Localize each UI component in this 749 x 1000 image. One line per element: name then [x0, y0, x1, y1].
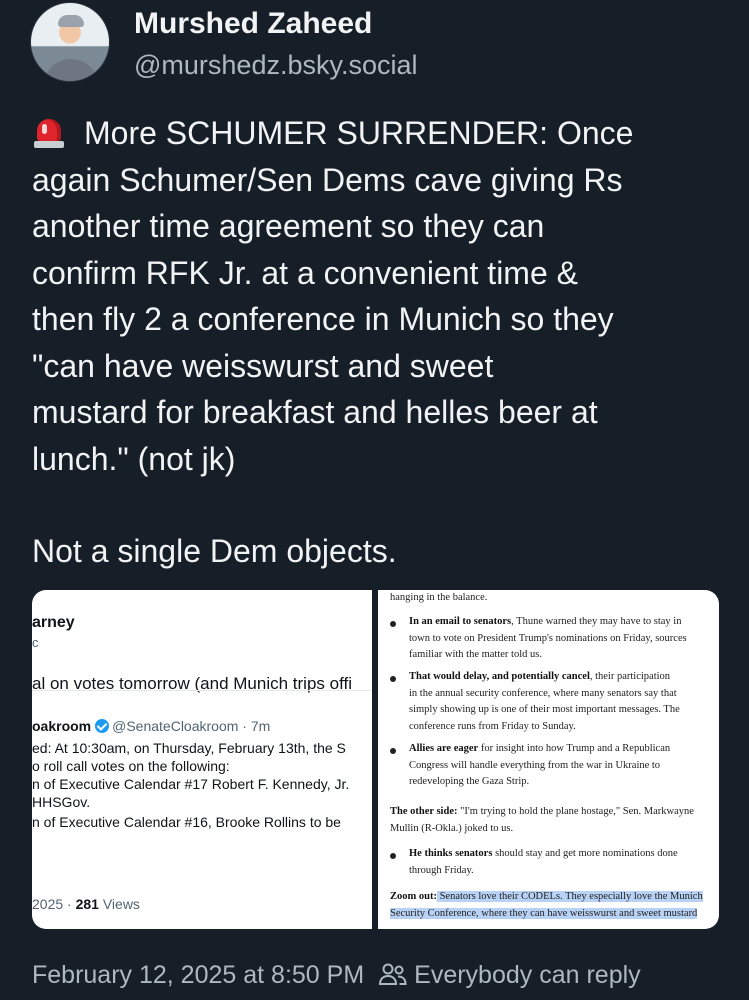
post-footer: February 12, 2025 at 8:50 PM Everybody ca… — [32, 961, 641, 990]
article-bullet: That would delay, and potentially cancel… — [409, 669, 680, 735]
post-text: More SCHUMER SURRENDER: Once again Schum… — [32, 110, 732, 575]
post-line: mustard for breakfast and helles beer at — [32, 394, 598, 430]
highlighted-text: Senators love their CODELs. They especia… — [436, 891, 703, 902]
bullet-icon — [390, 676, 396, 682]
article-bold: He thinks senators — [409, 848, 493, 859]
divider — [32, 690, 372, 691]
article-line: He thinks senators should stay and get m… — [409, 846, 678, 863]
post-line-text: More SCHUMER SURRENDER: Once — [84, 115, 634, 151]
article-line: through Friday. — [409, 864, 474, 876]
post-closing-line: Not a single Dem objects. — [32, 533, 397, 569]
author-name[interactable]: Murshed Zaheed — [134, 7, 372, 41]
avatar-shirt — [43, 59, 99, 81]
article-bold: Allies are eager — [409, 743, 479, 754]
article-line: The other side: "I'm trying to hold the … — [390, 804, 694, 821]
police-siren-icon — [32, 116, 66, 148]
tweet-date-fragment: 2025 · — [32, 896, 76, 912]
post-line: "can have weisswurst and sweet — [32, 347, 494, 384]
article-bold: Zoom out: — [390, 891, 437, 902]
article-line: Mullin (R-Okla.) joked to us. — [390, 822, 514, 834]
quoted-line: n of Executive Calendar #16, Brooke Roll… — [32, 814, 341, 830]
article-bullet: Allies are eager for insight into how Tr… — [409, 741, 670, 791]
post-line: then fly 2 a conference in Munich so the… — [32, 301, 614, 337]
article-line: In an email to senators, Thune warned th… — [409, 614, 687, 631]
article-paragraph: The other side: "I'm trying to hold the … — [390, 804, 694, 837]
post-line: confirm RFK Jr. at a convenient time & — [32, 254, 578, 291]
article-text: , Thune warned they may have to stay in — [511, 616, 682, 627]
article-line: Allies are eager for insight into how Tr… — [409, 741, 670, 758]
bullet-icon — [390, 748, 396, 754]
bullet-icon — [390, 853, 396, 859]
article-line: Congress will handle everything from the… — [409, 759, 661, 771]
article-text: for insight into how Trump and a Republi… — [478, 743, 671, 754]
article-bold: In an email to senators — [409, 616, 512, 627]
quoted-line: ed: At 10:30am, on Thursday, February 13… — [32, 740, 346, 756]
article-line: conference runs from Friday to Sunday. — [409, 720, 576, 732]
reply-setting[interactable]: Everybody can reply — [414, 961, 641, 989]
article-line: in the annual security conference, where… — [409, 687, 677, 699]
article-text: , their participation — [589, 671, 671, 682]
article-line: hanging in the balance. — [390, 592, 488, 603]
avatar-hair — [58, 15, 84, 27]
article-line: town to vote on President Trump's nomina… — [409, 632, 687, 644]
tweet-views-count: 281 — [75, 896, 99, 912]
tweet-text: al on votes tomorrow (and Munich trips o… — [32, 674, 352, 693]
quoted-line: o roll call votes on the following: — [32, 758, 230, 774]
highlighted-text: Security Conference, where they can have… — [390, 907, 698, 919]
post-line: again Schumer/Sen Dems cave giving Rs — [32, 161, 623, 198]
bullet-icon — [390, 621, 396, 627]
quoted-author-name: oakroom — [32, 718, 92, 734]
post-media[interactable]: arney c al on votes tomorrow (and Munich… — [32, 590, 719, 929]
tweet-views-label: Views — [98, 896, 140, 912]
quoted-handle: @SenateCloakroom · 7m — [112, 718, 271, 734]
article-bullet: He thinks senators should stay and get m… — [409, 846, 678, 879]
tweet-meta: 2025 · 281 Views — [32, 896, 140, 912]
post-line: another time agreement so they can — [32, 208, 545, 244]
tweet-screenshot-image[interactable]: arney c al on votes tomorrow (and Munich… — [32, 590, 372, 929]
quoted-author: oakroom @SenateCloakroom · 7m — [32, 718, 270, 734]
quoted-line: n of Executive Calendar #17 Robert F. Ke… — [32, 776, 350, 792]
post-line: More SCHUMER SURRENDER: Once — [32, 110, 732, 157]
article-line: redeveloping the Gaza Strip. — [409, 776, 530, 787]
post-line: lunch." (not jk) — [32, 440, 236, 477]
article-bullet: In an email to senators, Thune warned th… — [409, 614, 687, 664]
article-line: That would delay, and potentially cancel… — [409, 669, 680, 686]
tweet-author-fragment: arney — [32, 614, 75, 631]
article-line: Zoom out: Senators love their CODELs. Th… — [390, 889, 703, 906]
article-text: hanging in the balance. — [390, 590, 487, 607]
article-text: "I'm trying to hold the plane hostage," … — [457, 806, 694, 817]
article-bold: The other side: — [390, 806, 458, 817]
article-screenshot-image[interactable]: hanging in the balance. In an email to s… — [378, 590, 719, 929]
article-line: simply showing up is one of their most i… — [409, 704, 680, 715]
people-icon — [379, 963, 407, 985]
tweet-handle-fragment: c — [32, 635, 39, 650]
article-line: Security Conference, where they can have… — [390, 906, 703, 923]
post-timestamp[interactable]: February 12, 2025 at 8:50 PM — [32, 961, 364, 989]
author-handle[interactable]: @murshedz.bsky.social — [134, 50, 418, 81]
verified-badge-icon — [95, 719, 110, 733]
article-paragraph: Zoom out: Senators love their CODELs. Th… — [390, 889, 703, 922]
avatar[interactable] — [30, 2, 110, 82]
article-line: familiar with the matter told us. — [409, 649, 542, 660]
article-text: should stay and get more nominations don… — [492, 848, 678, 859]
article-bold: That would delay, and potentially cancel — [409, 671, 590, 682]
post-header: Murshed Zaheed @murshedz.bsky.social — [30, 2, 720, 86]
quoted-line: HHSGov. — [32, 794, 91, 810]
